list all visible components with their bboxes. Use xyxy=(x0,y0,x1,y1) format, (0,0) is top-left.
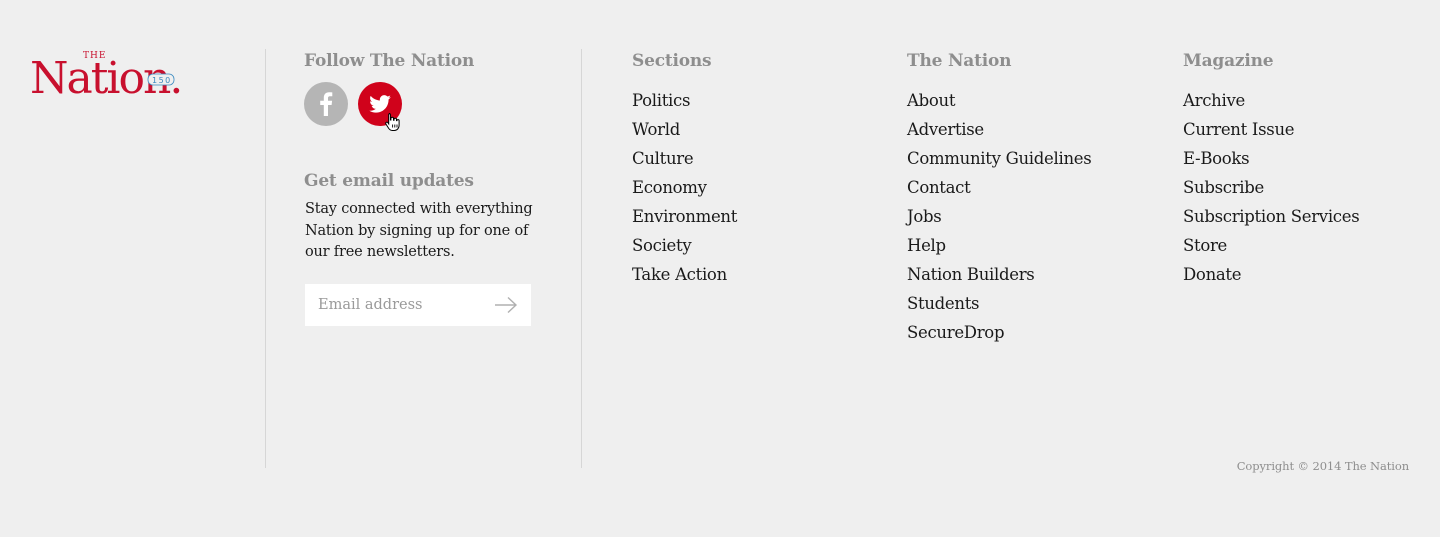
nav-link-contact[interactable]: Contact xyxy=(907,178,971,197)
list-item: Community Guidelines xyxy=(907,144,1167,173)
list-item: Nation Builders xyxy=(907,260,1167,289)
list-item: Economy xyxy=(632,173,892,202)
nav-link-advertise[interactable]: Advertise xyxy=(907,120,984,139)
nav-link-archive[interactable]: Archive xyxy=(1183,91,1245,110)
list-item: Archive xyxy=(1183,86,1440,115)
list-item: SecureDrop xyxy=(907,318,1167,347)
follow-column: Follow The Nation Get email updates Stay… xyxy=(304,49,544,326)
nav-link-society[interactable]: Society xyxy=(632,236,692,255)
list-item: Subscribe xyxy=(1183,173,1440,202)
nav-link-donate[interactable]: Donate xyxy=(1183,265,1242,284)
email-submit-button[interactable] xyxy=(493,292,519,318)
list-item: Store xyxy=(1183,231,1440,260)
the-nation-column: The Nation About Advertise Community Gui… xyxy=(907,49,1167,347)
magazine-column: Magazine Archive Current Issue E-Books S… xyxy=(1183,49,1440,289)
list-item: Society xyxy=(632,231,892,260)
nav-link-help[interactable]: Help xyxy=(907,236,946,255)
follow-heading: Follow The Nation xyxy=(304,51,475,71)
list-item: About xyxy=(907,86,1167,115)
list-item: Politics xyxy=(632,86,892,115)
email-heading: Get email updates xyxy=(304,171,474,191)
nav-link-take-action[interactable]: Take Action xyxy=(632,265,727,284)
nav-link-community-guidelines[interactable]: Community Guidelines xyxy=(907,149,1092,168)
email-signup-form xyxy=(305,283,531,326)
sections-column: Sections Politics World Culture Economy … xyxy=(632,49,892,289)
nav-link-current-issue[interactable]: Current Issue xyxy=(1183,120,1295,139)
nav-link-economy[interactable]: Economy xyxy=(632,178,707,197)
nav-link-environment[interactable]: Environment xyxy=(632,207,737,226)
nav-link-securedrop[interactable]: SecureDrop xyxy=(907,323,1005,342)
nav-link-jobs[interactable]: Jobs xyxy=(907,207,942,226)
list-item: Donate xyxy=(1183,260,1440,289)
nav-link-store[interactable]: Store xyxy=(1183,236,1227,255)
list-item: Current Issue xyxy=(1183,115,1440,144)
nav-link-world[interactable]: World xyxy=(632,120,680,139)
list-item: Advertise xyxy=(907,115,1167,144)
list-item: Culture xyxy=(632,144,892,173)
list-item: World xyxy=(632,115,892,144)
list-item: Help xyxy=(907,231,1167,260)
hand-cursor-icon xyxy=(384,112,400,136)
magazine-links: Archive Current Issue E-Books Subscribe … xyxy=(1183,86,1440,289)
list-item: Environment xyxy=(632,202,892,231)
nav-link-politics[interactable]: Politics xyxy=(632,91,690,110)
list-item: Take Action xyxy=(632,260,892,289)
facebook-icon xyxy=(320,92,333,116)
the-nation-heading: The Nation xyxy=(907,51,1012,71)
site-footer: THE Nation. 150 Follow The Nation Get em… xyxy=(0,0,1440,537)
twitter-icon xyxy=(369,95,391,113)
nav-link-nation-builders[interactable]: Nation Builders xyxy=(907,265,1035,284)
nav-link-culture[interactable]: Culture xyxy=(632,149,694,168)
magazine-heading: Magazine xyxy=(1183,51,1274,71)
nation-logo[interactable]: THE Nation. 150 xyxy=(30,46,230,100)
social-links xyxy=(304,82,544,126)
divider xyxy=(581,49,582,468)
sections-links: Politics World Culture Economy Environme… xyxy=(632,86,892,289)
list-item: Students xyxy=(907,289,1167,318)
nav-link-subscribe[interactable]: Subscribe xyxy=(1183,178,1264,197)
copyright-text: Copyright © 2014 The Nation xyxy=(1236,459,1409,473)
list-item: Subscription Services xyxy=(1183,202,1440,231)
nav-link-students[interactable]: Students xyxy=(907,294,980,313)
nav-link-about[interactable]: About xyxy=(907,91,955,110)
list-item: Contact xyxy=(907,173,1167,202)
email-description: Stay connected with everything Nation by… xyxy=(305,201,533,260)
arrow-right-icon xyxy=(495,296,518,313)
email-input[interactable] xyxy=(305,284,488,325)
nav-link-e-books[interactable]: E-Books xyxy=(1183,149,1250,168)
the-nation-links: About Advertise Community Guidelines Con… xyxy=(907,86,1167,347)
list-item: Jobs xyxy=(907,202,1167,231)
facebook-button[interactable] xyxy=(304,82,348,126)
logo-badge-text: 150 xyxy=(152,76,172,85)
nav-link-subscription-services[interactable]: Subscription Services xyxy=(1183,207,1360,226)
sections-heading: Sections xyxy=(632,51,712,71)
divider xyxy=(265,49,266,468)
list-item: E-Books xyxy=(1183,144,1440,173)
